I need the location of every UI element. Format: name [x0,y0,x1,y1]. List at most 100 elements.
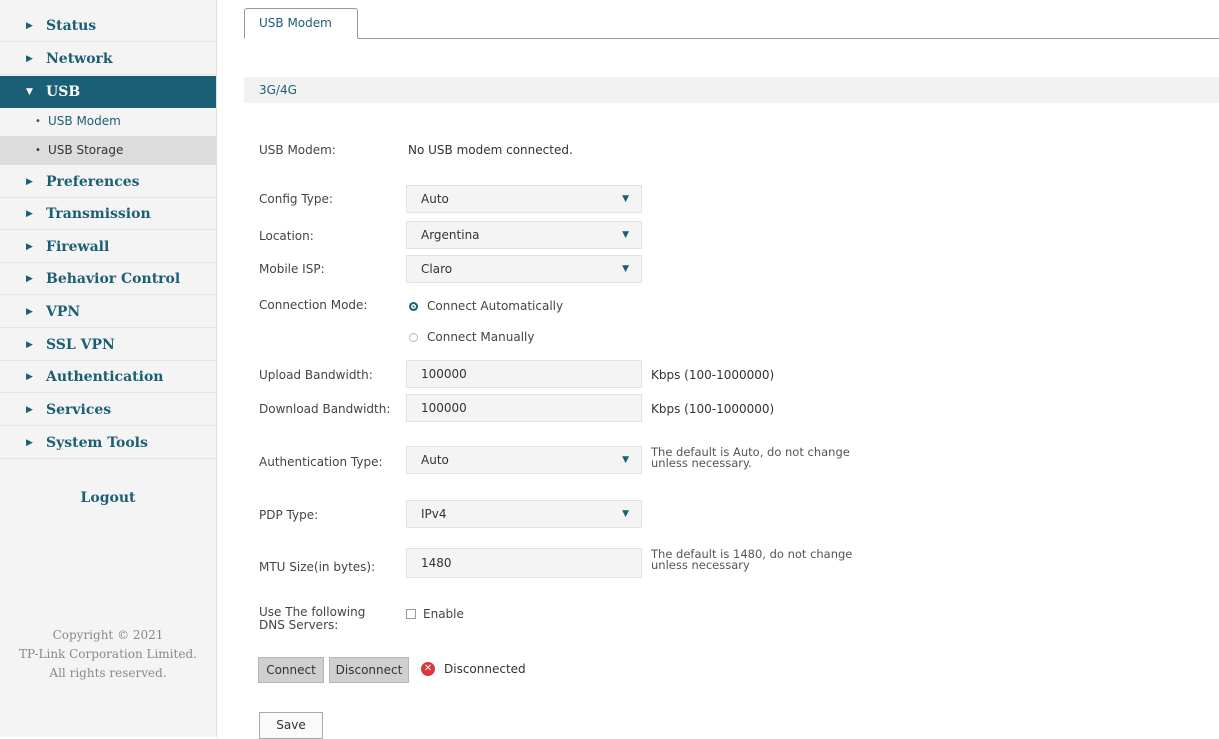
error-icon: ✕ [421,662,435,676]
sidebar-item-behavior-control[interactable]: ▶ Behavior Control [0,263,216,295]
copyright-line: TP-Link Corporation Limited. [19,647,197,661]
logout-link[interactable]: Logout [0,490,216,506]
sidebar-item-label: Transmission [46,206,151,222]
sidebar-item-network[interactable]: ▶ Network [0,43,216,75]
sidebar-item-system-tools[interactable]: ▶ System Tools [0,427,216,459]
sidebar-item-ssl-vpn[interactable]: ▶ SSL VPN [0,329,216,361]
download-bandwidth-label: Download Bandwidth: [259,402,391,416]
radio-unchecked-icon [409,333,418,342]
sidebar-item-label: VPN [46,304,81,320]
tab-usb-modem[interactable]: USB Modem [244,8,358,39]
checkbox-unchecked-icon [406,609,416,619]
sidebar-item-vpn[interactable]: ▶ VPN [0,296,216,328]
pdp-type-value: IPv4 [421,507,447,521]
connection-mode-label: Connection Mode: [259,298,368,312]
caret-right-icon: ▶ [26,274,33,284]
caret-down-icon: ▼ [26,87,33,97]
radio-checked-icon [409,302,418,311]
sidebar-item-label: Status [46,18,97,34]
pdp-type-label: PDP Type: [259,508,319,522]
download-bandwidth-input[interactable]: 100000 [406,394,642,422]
sidebar-subitem-label: USB Storage [48,143,124,157]
mtu-size-label: MTU Size(in bytes): [259,560,376,574]
config-type-value: Auto [421,192,449,206]
usb-modem-status: No USB modem connected. [408,143,573,157]
usb-modem-label: USB Modem: [259,143,336,157]
sidebar: ▶ Status ▶ Network ▼ USB • USB Modem • U… [0,0,217,737]
connect-button[interactable]: Connect [258,657,324,683]
config-type-label: Config Type: [259,192,333,206]
location-label: Location: [259,229,314,243]
sidebar-item-label: Authentication [46,369,164,385]
authentication-type-value: Auto [421,453,449,467]
sidebar-item-label: System Tools [46,435,148,451]
sidebar-item-label: Firewall [46,239,110,255]
mobile-isp-label: Mobile ISP: [259,262,325,276]
download-bandwidth-unit: Kbps (100-1000000) [651,402,775,416]
mobile-isp-select[interactable]: Claro ▼ [406,255,642,283]
location-select[interactable]: Argentina ▼ [406,221,642,249]
sidebar-item-label: Services [46,402,112,418]
chevron-down-icon: ▼ [622,455,629,465]
caret-right-icon: ▶ [26,54,33,64]
authentication-type-label: Authentication Type: [259,455,383,469]
chevron-down-icon: ▼ [622,264,629,274]
sidebar-item-status[interactable]: ▶ Status [0,10,216,42]
copyright-line: Copyright © 2021 [52,628,164,642]
connect-manually-radio[interactable]: Connect Manually [409,330,534,344]
dns-enable-checkbox[interactable]: Enable [406,607,464,621]
checkbox-label: Enable [423,607,464,621]
disconnect-button[interactable]: Disconnect [329,657,409,683]
sidebar-item-transmission[interactable]: ▶ Transmission [0,198,216,230]
connection-status: Disconnected [444,662,526,676]
upload-bandwidth-label: Upload Bandwidth: [259,368,373,382]
sidebar-item-label: Network [46,51,113,67]
authentication-type-select[interactable]: Auto ▼ [406,446,642,474]
bullet-icon: • [35,116,41,127]
radio-label: Connect Manually [427,330,535,344]
bullet-icon: • [35,145,41,156]
sidebar-item-preferences[interactable]: ▶ Preferences [0,166,216,198]
tab-bar: USB Modem [244,8,1219,39]
upload-bandwidth-input[interactable]: 100000 [406,360,642,388]
authentication-type-hint: The default is Auto, do not change unles… [651,446,850,470]
mobile-isp-value: Claro [421,262,453,276]
chevron-down-icon: ▼ [622,230,629,240]
sidebar-item-label: Preferences [46,174,140,190]
config-type-select[interactable]: Auto ▼ [406,185,642,213]
sidebar-subitem-usb-modem[interactable]: • USB Modem [0,107,216,136]
download-bandwidth-value: 100000 [421,401,467,415]
radio-label: Connect Automatically [427,299,564,313]
chevron-down-icon: ▼ [622,509,629,519]
caret-right-icon: ▶ [26,242,33,252]
sidebar-item-label: SSL VPN [46,337,115,353]
caret-right-icon: ▶ [26,438,33,448]
dns-servers-label: Use The following DNS Servers: [259,606,365,632]
mtu-size-value: 1480 [421,556,452,570]
sidebar-item-label: USB [46,84,81,100]
hint-line: unless necessary. [651,456,752,470]
sidebar-item-services[interactable]: ▶ Services [0,394,216,426]
save-button[interactable]: Save [259,712,323,739]
copyright: Copyright © 2021 TP-Link Corporation Lim… [0,626,216,683]
sidebar-item-firewall[interactable]: ▶ Firewall [0,231,216,263]
sidebar-subitem-usb-storage[interactable]: • USB Storage [0,136,216,165]
caret-right-icon: ▶ [26,405,33,415]
caret-right-icon: ▶ [26,21,33,31]
caret-right-icon: ▶ [26,340,33,350]
upload-bandwidth-unit: Kbps (100-1000000) [651,368,775,382]
caret-right-icon: ▶ [26,209,33,219]
dns-label-line: DNS Servers: [259,618,339,632]
sidebar-item-usb[interactable]: ▼ USB [0,76,216,108]
connect-automatically-radio[interactable]: Connect Automatically [409,299,563,313]
sidebar-item-authentication[interactable]: ▶ Authentication [0,361,216,393]
pdp-type-select[interactable]: IPv4 ▼ [406,500,642,528]
section-header: 3G/4G [244,77,1219,103]
caret-right-icon: ▶ [26,307,33,317]
caret-right-icon: ▶ [26,372,33,382]
upload-bandwidth-value: 100000 [421,367,467,381]
hint-line: unless necessary [651,558,750,572]
copyright-line: All rights reserved. [49,666,167,680]
mtu-size-input[interactable]: 1480 [406,548,642,578]
mtu-size-hint: The default is 1480, do not change unles… [651,548,852,572]
